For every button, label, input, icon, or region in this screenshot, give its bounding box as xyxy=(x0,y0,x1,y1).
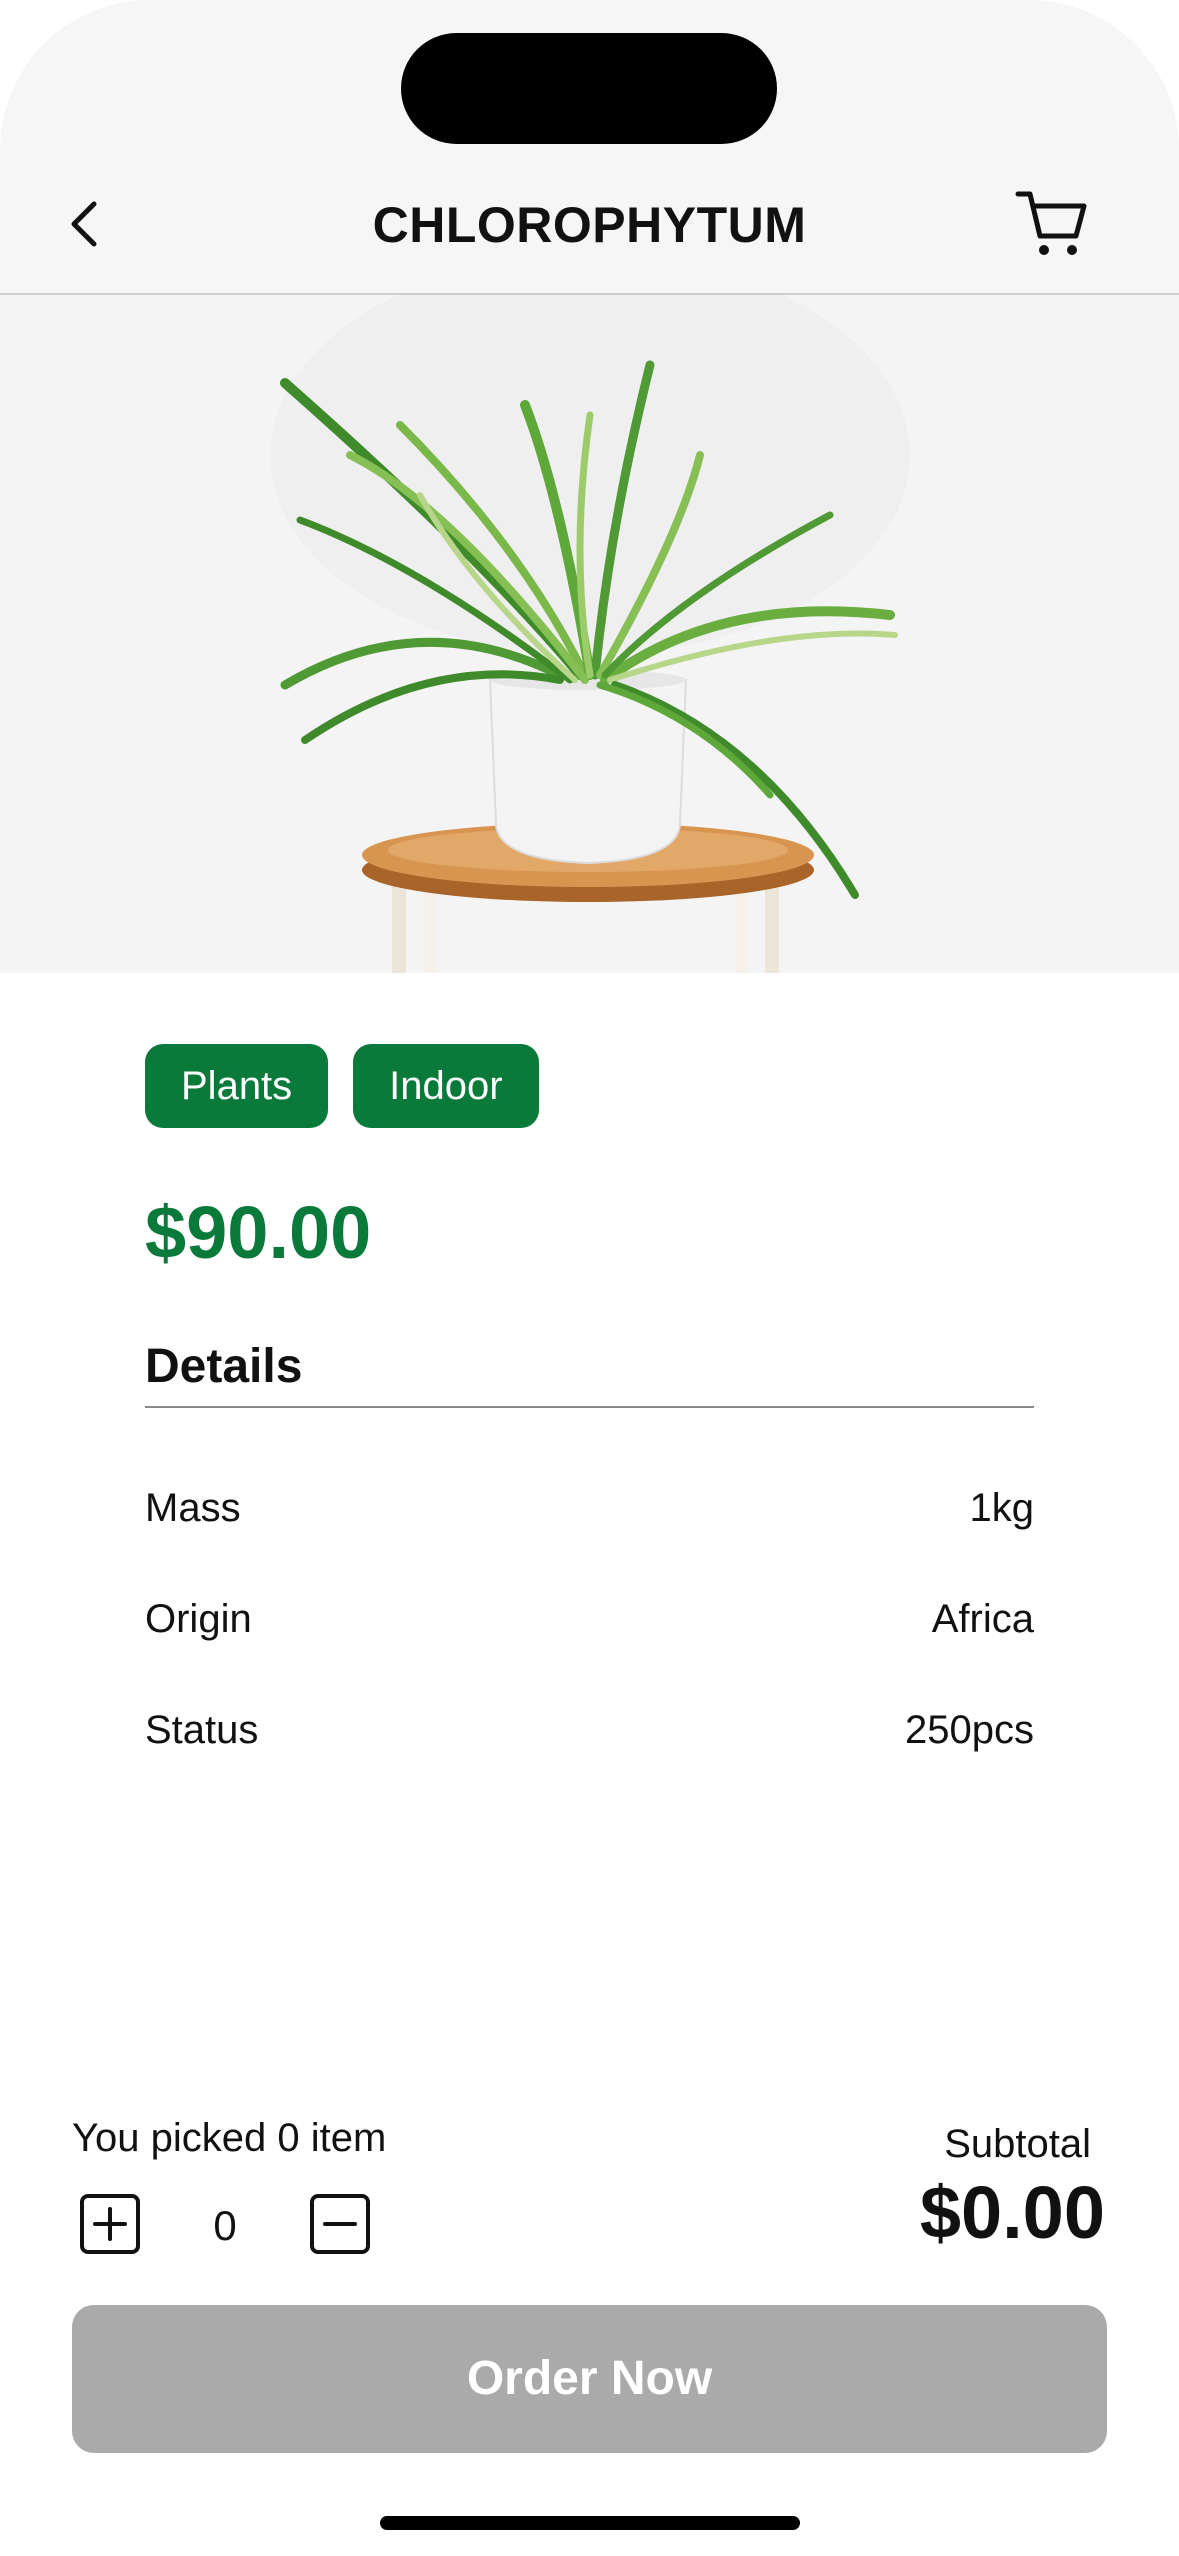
tag-list: Plants Indoor xyxy=(145,1044,539,1128)
product-price: $90.00 xyxy=(145,1191,372,1274)
product-detail-screen: CHLOROPHYTUM Plants Indoor $90.00 Detail… xyxy=(0,0,1179,2556)
details-heading: Details xyxy=(145,1340,303,1393)
detail-value: 250pcs xyxy=(905,1708,1034,1752)
header: CHLOROPHYTUM xyxy=(0,0,1179,295)
product-image xyxy=(0,295,1179,973)
page-title: CHLOROPHYTUM xyxy=(372,197,807,253)
detail-row-origin: Origin Africa xyxy=(145,1591,1034,1647)
cart-button[interactable] xyxy=(1012,186,1092,266)
detail-value: Africa xyxy=(931,1597,1034,1641)
back-button[interactable] xyxy=(48,186,120,266)
chevron-left-icon xyxy=(64,196,104,257)
picked-count-text: You picked 0 item xyxy=(72,2116,387,2160)
decrement-button[interactable] xyxy=(308,2193,372,2260)
detail-value: 1kg xyxy=(969,1486,1035,1530)
detail-row-mass: Mass 1kg xyxy=(145,1480,1034,1536)
subtotal-label: Subtotal xyxy=(944,2122,1091,2166)
quantity-value: 0 xyxy=(213,2202,237,2249)
plus-square-icon xyxy=(79,2193,141,2260)
increment-button[interactable] xyxy=(78,2193,142,2260)
minus-square-icon xyxy=(309,2193,371,2260)
tag-indoor[interactable]: Indoor xyxy=(353,1044,539,1128)
order-now-button[interactable]: Order Now xyxy=(72,2305,1107,2453)
detail-label: Mass xyxy=(145,1486,241,1530)
tag-plants[interactable]: Plants xyxy=(145,1044,329,1128)
subtotal-value: $0.00 xyxy=(919,2171,1105,2254)
dynamic-island xyxy=(401,33,777,144)
home-indicator[interactable] xyxy=(380,2516,800,2530)
detail-label: Status xyxy=(145,1708,259,1752)
quantity-stepper: 0 xyxy=(78,2193,372,2260)
detail-label: Origin xyxy=(145,1597,252,1641)
details-divider xyxy=(145,1406,1034,1408)
detail-row-status: Status 250pcs xyxy=(145,1702,1034,1758)
cart-icon xyxy=(1014,186,1090,267)
